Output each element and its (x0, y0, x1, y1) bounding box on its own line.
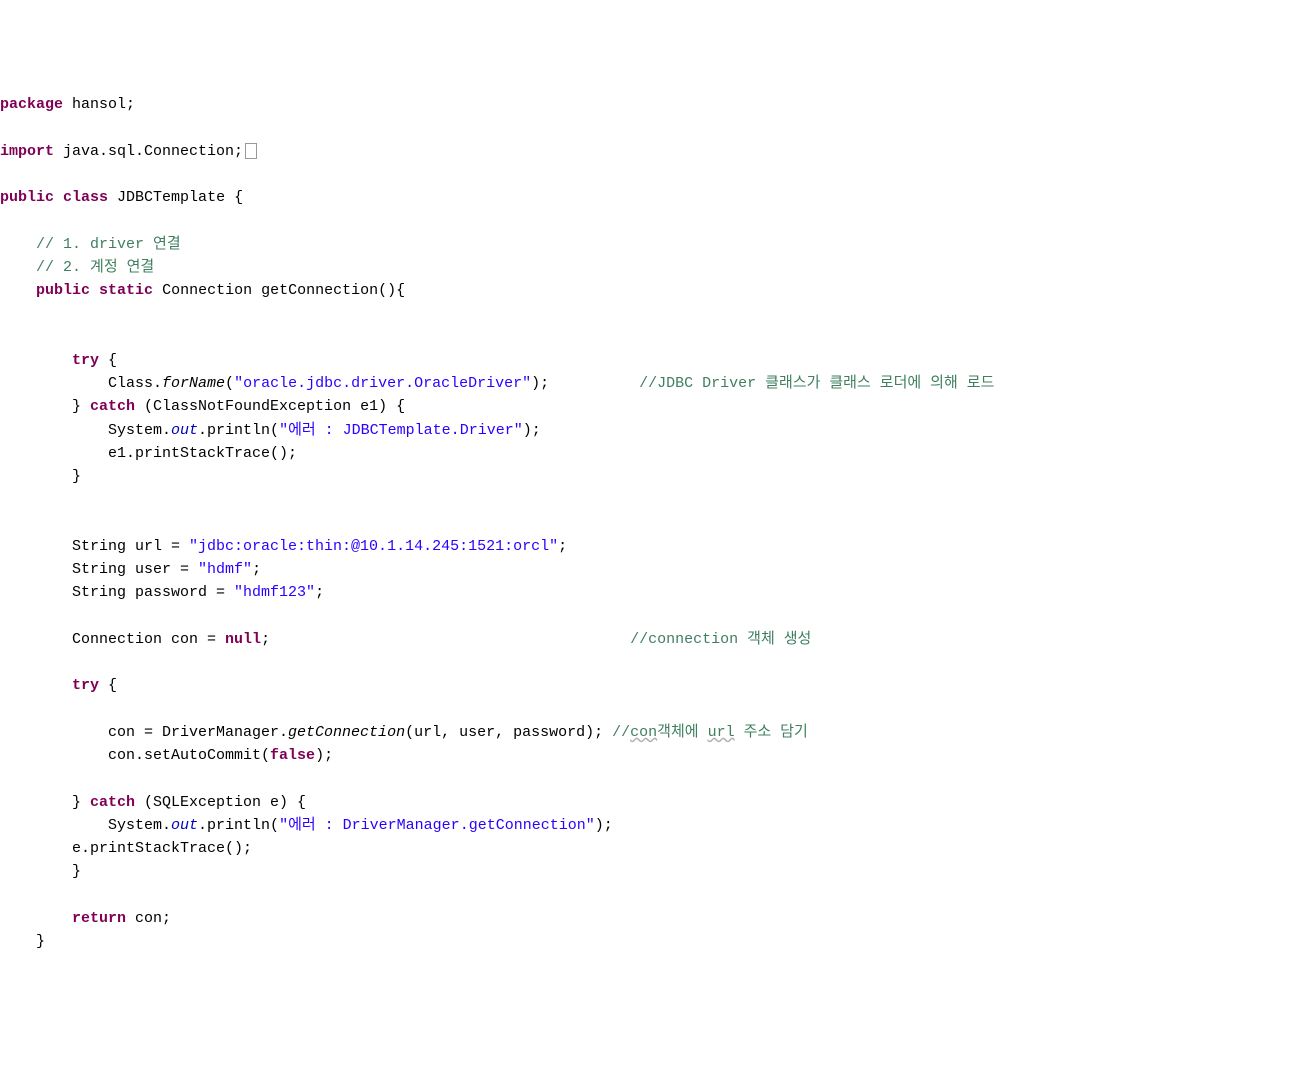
line: } catch (ClassNotFoundException e1) { (0, 398, 405, 415)
fold-marker-icon[interactable] (245, 143, 257, 159)
keyword-class: class (63, 189, 108, 206)
field-out: out (171, 422, 198, 439)
keyword-false: false (270, 747, 315, 764)
comment: // 2. 계정 연결 (0, 259, 154, 276)
line: e.printStackTrace(); (0, 840, 252, 857)
line: import java.sql.Connection; (0, 143, 257, 160)
static-method: forName (162, 375, 225, 392)
line: } (0, 468, 81, 485)
comment: //con객체에 url 주소 담기 (612, 724, 808, 741)
line: String url = "jdbc:oracle:thin:@10.1.14.… (0, 538, 567, 555)
comment: // 1. driver 연결 (0, 236, 181, 253)
keyword-try: try (72, 352, 99, 369)
keyword-catch: catch (90, 794, 135, 811)
keyword-import: import (0, 143, 54, 160)
line: String password = "hdmf123"; (0, 584, 324, 601)
static-method: getConnection (288, 724, 405, 741)
code-editor[interactable]: package hansol; import java.sql.Connecti… (0, 93, 1312, 953)
comment: //JDBC Driver 클래스가 클래스 로더에 의해 로드 (639, 375, 994, 392)
keyword-return: return (72, 910, 126, 927)
line: con = DriverManager.getConnection(url, u… (0, 724, 808, 741)
line: Connection con = null; //connection 객체 생… (0, 631, 811, 648)
keyword-try: try (72, 677, 99, 694)
keyword-catch: catch (90, 398, 135, 415)
line: try { (0, 352, 117, 369)
field-out: out (171, 817, 198, 834)
line: Class.forName("oracle.jdbc.driver.Oracle… (0, 375, 994, 392)
string-literal: "에러 : JDBCTemplate.Driver" (279, 422, 523, 439)
keyword-null: null (225, 631, 261, 648)
line: try { (0, 677, 117, 694)
line: String user = "hdmf"; (0, 561, 261, 578)
line: public class JDBCTemplate { (0, 189, 243, 206)
comment: //connection 객체 생성 (630, 631, 811, 648)
keyword-public: public (36, 282, 90, 299)
line: } (0, 933, 45, 950)
string-literal: "hdmf" (198, 561, 252, 578)
line: package hansol; (0, 96, 135, 113)
line: return con; (0, 910, 171, 927)
line: } catch (SQLException e) { (0, 794, 306, 811)
line: System.out.println("에러 : DriverManager.g… (0, 817, 613, 834)
line: public static Connection getConnection()… (0, 282, 405, 299)
line: } (0, 863, 81, 880)
string-literal: "hdmf123" (234, 584, 315, 601)
spellcheck-underline: con (630, 724, 657, 741)
line: con.setAutoCommit(false); (0, 747, 333, 764)
string-literal: "에러 : DriverManager.getConnection" (279, 817, 595, 834)
string-literal: "oracle.jdbc.driver.OracleDriver" (234, 375, 531, 392)
string-literal: "jdbc:oracle:thin:@10.1.14.245:1521:orcl… (189, 538, 558, 555)
line: e1.printStackTrace(); (0, 445, 297, 462)
line: System.out.println("에러 : JDBCTemplate.Dr… (0, 422, 541, 439)
keyword-static: static (99, 282, 153, 299)
keyword-package: package (0, 96, 63, 113)
keyword-public: public (0, 189, 54, 206)
spellcheck-underline: url (708, 724, 735, 741)
